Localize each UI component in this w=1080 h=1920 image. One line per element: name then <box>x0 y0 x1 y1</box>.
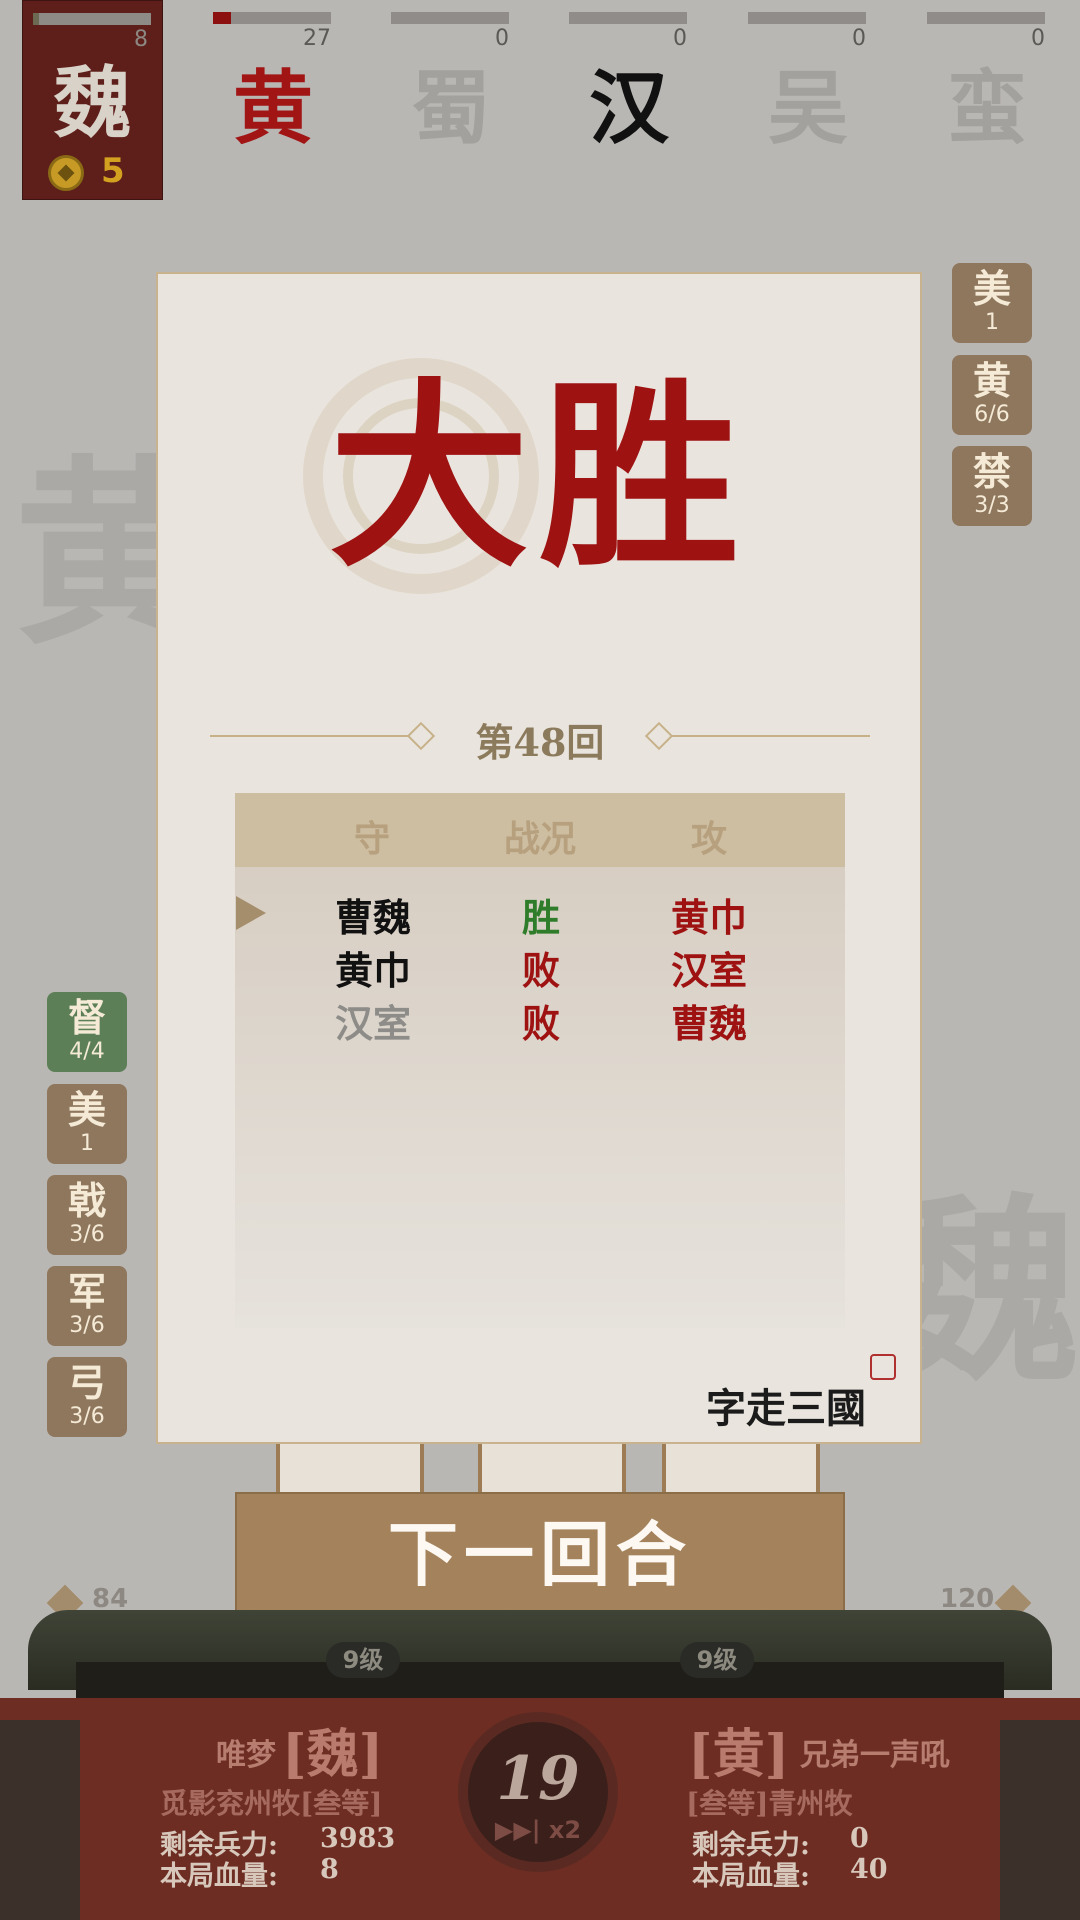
left-tag-4[interactable]: 军 3/6 <box>47 1266 127 1346</box>
right-level-badge: 9级 <box>680 1642 754 1678</box>
player-card[interactable]: 8 魏 5 <box>22 0 163 200</box>
faction-char: 蜀 <box>411 61 491 155</box>
faction-bar <box>927 12 1045 24</box>
faction-man[interactable]: 0 蛮 <box>927 12 1047 155</box>
col-status: 战况 <box>503 818 576 860</box>
next-round-button[interactable]: 下一回合 <box>235 1492 845 1618</box>
tag-sub: 3/3 <box>974 493 1010 518</box>
tag-title: 弓 <box>67 1360 106 1405</box>
left-player-faction: [魏] <box>282 1724 384 1785</box>
card-stub <box>662 1440 820 1500</box>
left-tag-2[interactable]: 美 1 <box>47 1084 127 1164</box>
right-tag-1[interactable]: 美 1 <box>952 263 1032 343</box>
row-attack: 黄巾 <box>670 895 747 940</box>
player-hp-fill <box>33 13 39 25</box>
card-stub <box>276 1440 424 1500</box>
faction-huang[interactable]: 27 黄 <box>213 12 333 155</box>
faction-bar <box>569 12 687 24</box>
tag-title: 戟 <box>67 1178 106 1223</box>
left-level-badge: 9级 <box>326 1642 400 1678</box>
left-troops: 3983 <box>320 1823 396 1854</box>
row-status: 败 <box>521 1001 560 1046</box>
panel-left-wall <box>0 1720 80 1920</box>
coin-icon <box>48 155 84 191</box>
battle-table <box>235 793 845 1328</box>
tag-title: 禁 <box>972 449 1011 494</box>
row-status: 败 <box>521 948 560 993</box>
game-signature: 字走三國 <box>706 1385 866 1432</box>
tag-sub: 6/6 <box>974 402 1010 427</box>
right-player-name: 兄弟一声吼 <box>800 1738 950 1773</box>
left-player-name: 唯梦 <box>216 1738 276 1773</box>
player-gold: 5 <box>101 151 125 191</box>
tag-sub: 3/6 <box>69 1404 105 1429</box>
row-defend: 曹魏 <box>334 895 411 940</box>
tag-sub: 3/6 <box>69 1313 105 1338</box>
right-hp-label: 本局血量: <box>692 1861 810 1892</box>
row-defend: 黄巾 <box>334 948 411 993</box>
left-tag-3[interactable]: 戟 3/6 <box>47 1175 127 1255</box>
seal-stamp-icon <box>870 1354 896 1380</box>
card-stub <box>478 1440 626 1500</box>
panel-right-wall <box>1000 1720 1080 1920</box>
right-tag-2[interactable]: 黄 6/6 <box>952 355 1032 435</box>
round-label: 第48回 <box>475 720 605 765</box>
row-attack: 曹魏 <box>670 1001 747 1046</box>
faction-char: 汉 <box>589 61 669 155</box>
tag-sub: 1 <box>985 310 999 335</box>
faction-char: 吴 <box>768 61 848 155</box>
victory-title: 大胜 <box>328 360 749 595</box>
roof-eave <box>76 1662 1004 1702</box>
left-tag-1[interactable]: 督 4/4 <box>47 992 127 1072</box>
speed-toggle[interactable]: ▶▶| x2 <box>458 1816 618 1844</box>
right-hp: 40 <box>850 1854 888 1885</box>
col-defend: 守 <box>353 818 390 860</box>
timer-value: 19 <box>496 1744 580 1814</box>
tag-title: 美 <box>972 266 1011 311</box>
tag-title: 督 <box>67 995 106 1040</box>
faction-char: 黄 <box>233 61 313 155</box>
faction-bar <box>391 12 509 24</box>
faction-shu[interactable]: 0 蜀 <box>391 12 511 155</box>
divider-right <box>672 735 870 737</box>
right-player-faction: [黄] <box>688 1724 790 1785</box>
faction-bar <box>748 12 866 24</box>
player-faction-char: 魏 <box>53 58 132 149</box>
right-player-title: [叁等]青州牧 <box>686 1787 853 1820</box>
tag-title: 黄 <box>972 358 1011 403</box>
right-tag-3[interactable]: 禁 3/3 <box>952 446 1032 526</box>
tag-sub: 4/4 <box>69 1039 105 1064</box>
left-player-title: 觅影兖州牧[叁等] <box>160 1787 383 1820</box>
player-hp-bar <box>33 13 151 25</box>
row-attack: 汉室 <box>670 948 747 993</box>
divider-left <box>210 735 410 737</box>
tag-sub: 3/6 <box>69 1222 105 1247</box>
right-troops: 0 <box>850 1823 869 1854</box>
tag-sub: 1 <box>80 1131 94 1156</box>
current-row-arrow-icon <box>236 896 266 930</box>
tag-title: 军 <box>67 1269 106 1314</box>
row-defend: 汉室 <box>334 1001 411 1046</box>
faction-char: 蛮 <box>947 61 1027 155</box>
faction-han[interactable]: 0 汉 <box>569 12 689 155</box>
row-status: 胜 <box>521 895 560 940</box>
left-tag-5[interactable]: 弓 3/6 <box>47 1357 127 1437</box>
tag-title: 美 <box>67 1087 106 1132</box>
col-attack: 攻 <box>690 818 727 860</box>
left-hp-label: 本局血量: <box>160 1861 278 1892</box>
faction-bar <box>213 12 331 24</box>
left-hp: 8 <box>320 1854 339 1885</box>
faction-wu[interactable]: 0 吴 <box>748 12 868 155</box>
